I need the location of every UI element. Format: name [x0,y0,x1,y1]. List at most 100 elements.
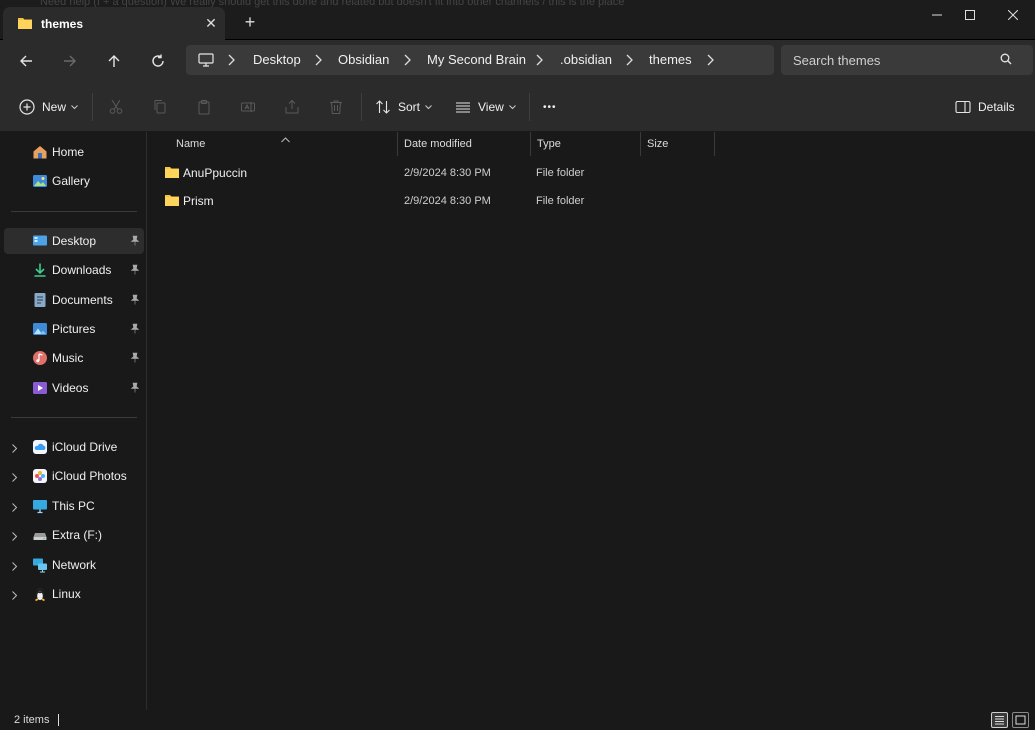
chevron-down-icon [71,104,78,109]
sidebar-item-downloads[interactable]: Downloads [4,257,144,283]
column-header-type[interactable]: Type [531,132,640,156]
chevron-down-icon [508,104,516,109]
sidebar-item-documents[interactable]: Documents [4,287,144,313]
desktop-icon [32,233,48,249]
copy-button[interactable] [152,96,168,118]
chevron-right-icon[interactable] [12,501,18,515]
share-button[interactable] [284,96,300,118]
icloud-drive-icon [32,439,48,455]
file-row[interactable]: Prism 2/9/2024 8:30 PM File folder [158,188,718,214]
sidebar-item-this-pc[interactable]: This PC [4,493,144,519]
trash-icon [330,100,342,114]
chevron-right-icon[interactable] [626,54,633,69]
pin-icon[interactable] [130,323,140,337]
cut-button[interactable] [108,96,124,118]
pin-icon[interactable] [130,235,140,249]
sidebar-item-network[interactable]: Network [4,552,144,578]
paste-button[interactable] [196,96,212,118]
chevron-right-icon[interactable] [12,589,18,603]
toolbar-divider [361,93,362,121]
title-bar: Need help (I + a question) We really sho… [0,0,1035,40]
tab-themes[interactable]: themes ✕ [3,7,225,40]
column-header-name[interactable]: Name [148,132,397,156]
column-header-date-modified[interactable]: Date modified [398,132,530,156]
refresh-icon [152,54,164,67]
toolbar-divider [92,93,93,121]
home-icon [32,144,48,160]
breadcrumb-obsidian[interactable]: Obsidian [338,52,389,67]
sidebar-item-pictures[interactable]: Pictures [4,316,144,342]
chevron-right-icon[interactable] [404,54,411,69]
close-window-button[interactable] [998,6,1028,26]
arrow-up-icon [108,55,120,67]
file-type: File folder [536,167,585,179]
maximize-button[interactable] [955,6,985,26]
search-input[interactable] [793,51,993,69]
breadcrumb-obsidian-folder[interactable]: .obsidian [560,52,612,67]
list-view-icon [456,102,470,113]
forward-button[interactable] [58,50,82,72]
this-pc-icon [32,498,48,514]
rename-button[interactable] [240,96,256,118]
sidebar-item-icloud-drive[interactable]: iCloud Drive [4,434,144,460]
rename-icon [241,102,255,112]
back-button[interactable] [14,50,38,72]
clipboard-icon [198,100,210,115]
address-bar[interactable]: Desktop Obsidian My Second Brain .obsidi… [186,45,774,75]
folder-icon [17,16,33,33]
sidebar-item-extra-drive[interactable]: Extra (F:) [4,522,144,548]
computer-icon [198,53,214,70]
refresh-button[interactable] [146,50,170,72]
sort-button[interactable]: Sort [375,96,432,118]
breadcrumb-my-second-brain[interactable]: My Second Brain [427,52,526,67]
file-name: AnuPpuccin [183,166,248,180]
minimize-button[interactable] [922,6,952,26]
chevron-right-icon[interactable] [12,560,18,574]
column-divider[interactable] [714,132,715,156]
view-label: View [478,100,504,114]
status-bar: 2 items [0,710,1035,730]
sidebar-item-gallery[interactable]: Gallery [4,168,144,194]
plus-circle-icon [19,99,35,115]
details-button[interactable]: Details [955,96,1015,118]
pictures-icon [32,321,48,337]
chevron-right-icon[interactable] [12,471,18,485]
search-icon[interactable] [1000,53,1012,68]
pin-icon[interactable] [130,352,140,366]
new-label: New [42,100,67,114]
pin-icon[interactable] [130,264,140,278]
sidebar-item-videos[interactable]: Videos [4,375,144,401]
sidebar-item-icloud-photos[interactable]: iCloud Photos [4,463,144,489]
tab-close-button[interactable]: ✕ [201,13,221,33]
column-header-size[interactable]: Size [641,132,714,156]
sidebar-item-home[interactable]: Home [4,139,144,165]
search-box[interactable] [781,45,1033,75]
chevron-right-icon[interactable] [536,54,543,69]
details-view-toggle[interactable] [991,712,1008,728]
sidebar-item-linux[interactable]: Linux [4,581,144,607]
chevron-right-icon[interactable] [12,530,18,544]
delete-button[interactable] [328,96,344,118]
chevron-right-icon[interactable] [315,54,322,69]
file-row[interactable]: AnuPpuccin 2/9/2024 8:30 PM File folder [158,160,718,186]
pin-icon[interactable] [130,382,140,396]
pin-icon[interactable] [130,294,140,308]
breadcrumb-desktop[interactable]: Desktop [253,52,301,67]
tiles-view-toggle[interactable] [1012,712,1029,728]
gallery-icon [32,173,48,189]
file-type: File folder [536,195,585,207]
more-options-button[interactable]: ••• [543,96,557,118]
chevron-right-icon[interactable] [228,54,235,69]
breadcrumb-themes[interactable]: themes [649,52,692,67]
chevron-right-icon[interactable] [12,442,18,456]
file-list: Name Date modified Type Size AnuPpuccin … [148,132,1035,710]
view-button[interactable]: View [455,96,516,118]
new-button[interactable]: New [19,96,78,118]
sort-icon [376,100,390,114]
share-icon [285,99,299,114]
chevron-right-icon[interactable] [707,54,714,69]
sidebar-item-desktop[interactable]: Desktop [4,228,144,254]
sidebar-item-music[interactable]: Music [4,345,144,371]
up-button[interactable] [102,50,126,72]
new-tab-button[interactable]: + [240,12,260,32]
